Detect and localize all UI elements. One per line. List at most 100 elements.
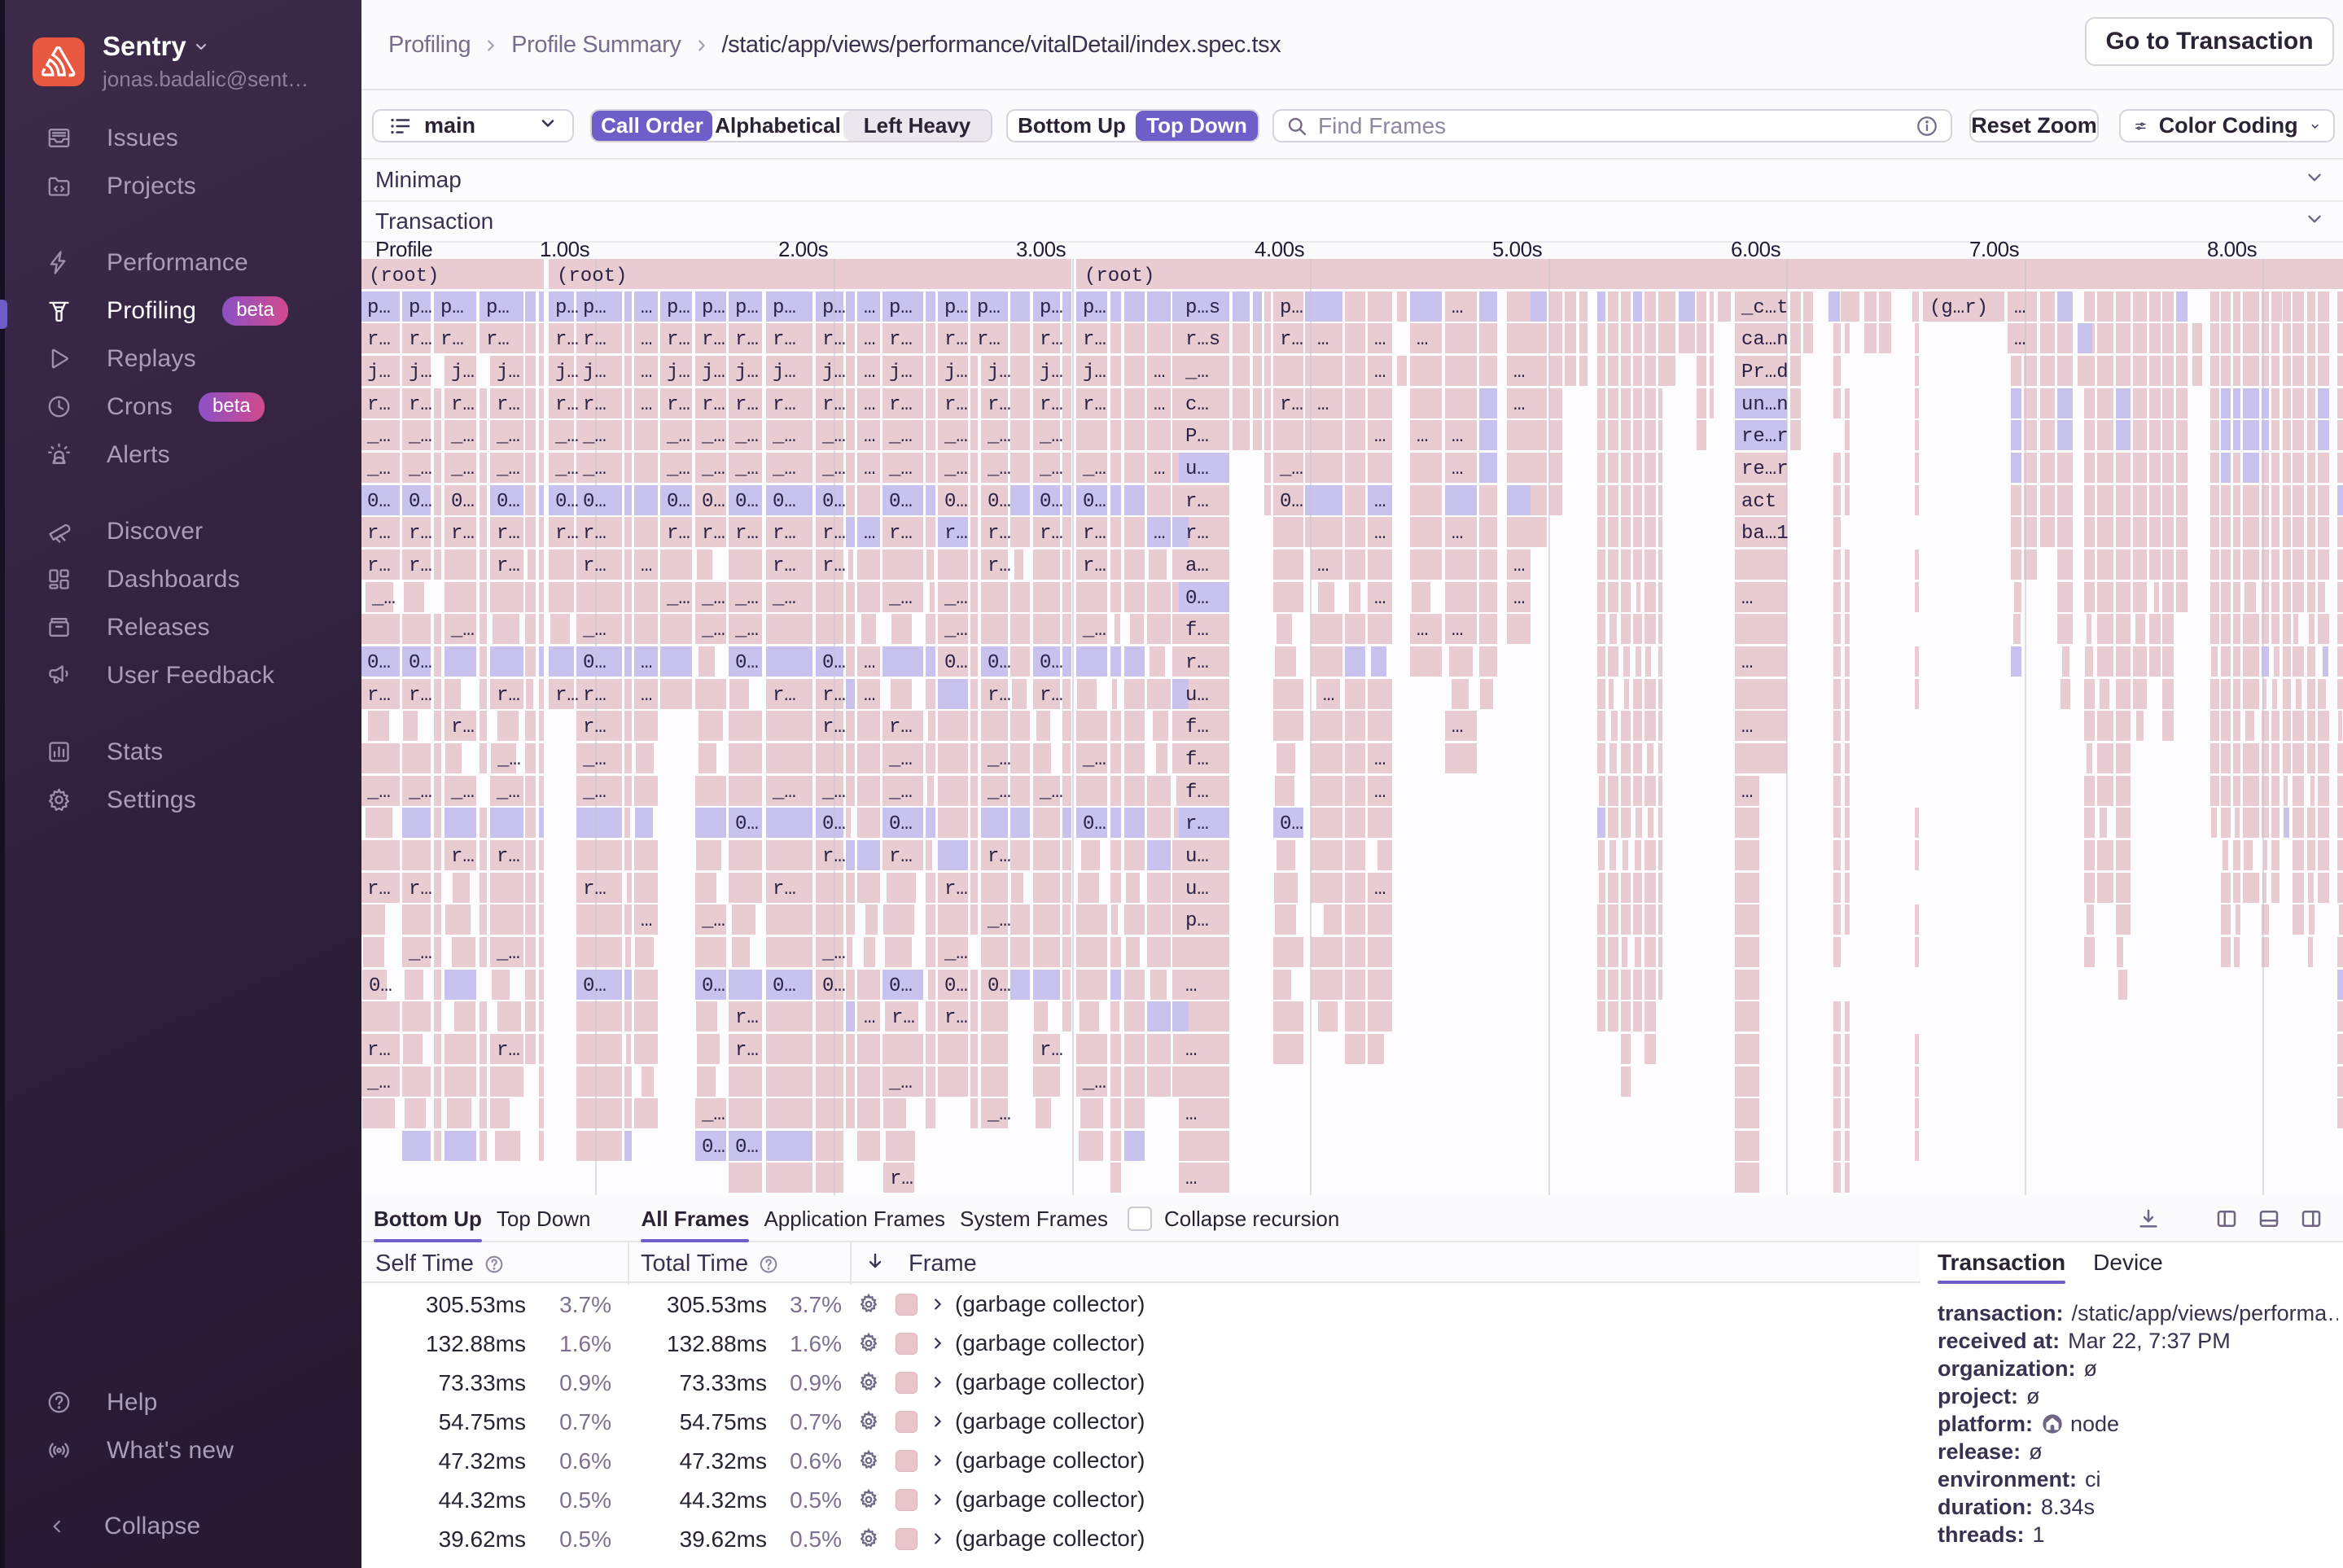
svg-text:…: … [864,426,875,448]
svg-text:_…: _… [408,943,432,965]
svg-text:j…: j… [451,361,475,383]
svg-text:_…: _… [496,943,520,965]
svg-text:…: … [1513,361,1525,383]
svg-text:r…: r… [988,394,1011,416]
svg-text:_…: _… [944,943,968,965]
svg-text:r…: r… [555,394,579,416]
svg-text:_…: _… [821,458,846,480]
svg-text:0…: 0… [822,652,846,674]
svg-text:_…: _… [1082,458,1106,480]
svg-text:r…: r… [944,394,968,416]
svg-text:_…: _… [888,1072,913,1094]
svg-text:r…: r… [1083,523,1106,545]
svg-text:f…: f… [1185,620,1209,642]
svg-text:r…: r… [486,329,510,351]
svg-text:_…: _… [1039,782,1063,804]
svg-text:_…: _… [987,458,1011,480]
svg-text:_…: _… [366,1072,391,1094]
svg-text:r…: r… [702,523,725,545]
svg-text:…: … [641,297,652,319]
svg-text:r…: r… [822,846,846,868]
svg-text:r…: r… [583,716,607,738]
svg-text:_…: _… [701,588,725,610]
svg-text:_…: _… [701,1104,725,1126]
svg-text:r…: r… [944,1007,968,1029]
svg-text:…: … [864,329,875,351]
svg-text:r…: r… [667,329,690,351]
svg-text:…: … [1417,620,1428,642]
svg-text:…: … [641,652,652,674]
svg-text:r…: r… [409,685,432,707]
svg-text:0…: 0… [735,813,759,835]
svg-text:r…: r… [889,846,913,868]
svg-text:…: … [1452,297,1463,319]
svg-text:_…: _… [497,749,521,771]
svg-text:j…: j… [1040,361,1063,383]
svg-text:_…: _… [408,426,432,448]
svg-text:p…: p… [486,297,510,319]
svg-text:…: … [864,458,875,480]
svg-text:r…: r… [497,555,520,577]
svg-text:r…: r… [735,523,759,545]
svg-text:r…: r… [773,685,796,707]
svg-text:r…: r… [497,685,520,707]
svg-text:…: … [1374,523,1386,545]
svg-text:p…: p… [702,297,725,319]
svg-text:_…: _… [450,458,475,480]
svg-text:…: … [641,329,652,351]
svg-text:…: … [1374,878,1386,900]
svg-text:0…: 0… [1083,813,1106,835]
svg-text:r…: r… [367,555,391,577]
svg-text:r…: r… [1083,394,1106,416]
svg-text:_…: _… [1039,426,1063,448]
svg-text:_…: _… [821,943,846,965]
svg-text:0…: 0… [773,975,796,997]
svg-text:r…: r… [1083,555,1106,577]
svg-text:_…: _… [582,782,607,804]
svg-text:_…: _… [987,782,1011,804]
svg-text:0…: 0… [822,813,846,835]
svg-text:_…: _… [888,588,913,610]
svg-text:r…: r… [409,878,432,900]
svg-text:0…: 0… [583,975,607,997]
svg-text:0…: 0… [944,652,968,674]
svg-text:r…: r… [497,1040,520,1062]
svg-text:…: … [1154,458,1165,480]
svg-text:act: act [1741,491,1776,513]
svg-text:_…: _… [366,426,391,448]
svg-text:r…: r… [367,878,391,900]
svg-text:_…: _… [888,458,913,480]
svg-text:0…: 0… [735,652,759,674]
svg-text:0…: 0… [988,652,1011,674]
svg-text:0…: 0… [367,491,391,513]
svg-text:r…: r… [735,329,759,351]
svg-text:r…: r… [735,1040,759,1062]
svg-text:0…: 0… [367,652,391,674]
svg-text:r…: r… [988,685,1011,707]
svg-text:…: … [1513,394,1525,416]
svg-text:0…: 0… [889,975,913,997]
svg-text:p…: p… [555,297,579,319]
svg-text:r…: r… [890,1168,913,1190]
svg-text:(root): (root) [1084,265,1154,287]
svg-text:0…: 0… [822,975,846,997]
svg-text:0…: 0… [944,975,968,997]
svg-text:r…: r… [451,716,475,738]
svg-text:p…: p… [583,297,607,319]
svg-text:r…: r… [1083,329,1106,351]
svg-text:r…: r… [1185,491,1209,513]
svg-text:p…: p… [977,297,1001,319]
svg-text:0…: 0… [1083,491,1106,513]
svg-text:r…: r… [583,329,607,351]
svg-text:…: … [1317,555,1329,577]
svg-text:r…: r… [1040,329,1063,351]
svg-text:j…: j… [497,361,520,383]
svg-text:0…: 0… [702,975,725,997]
svg-text:…: … [1185,1040,1197,1062]
svg-text:c…: c… [1185,394,1209,416]
svg-text:_…: _… [701,620,725,642]
svg-text:0…: 0… [497,491,520,513]
svg-text:j…: j… [555,361,579,383]
svg-text:0…: 0… [1185,588,1209,610]
svg-text:…: … [864,361,875,383]
